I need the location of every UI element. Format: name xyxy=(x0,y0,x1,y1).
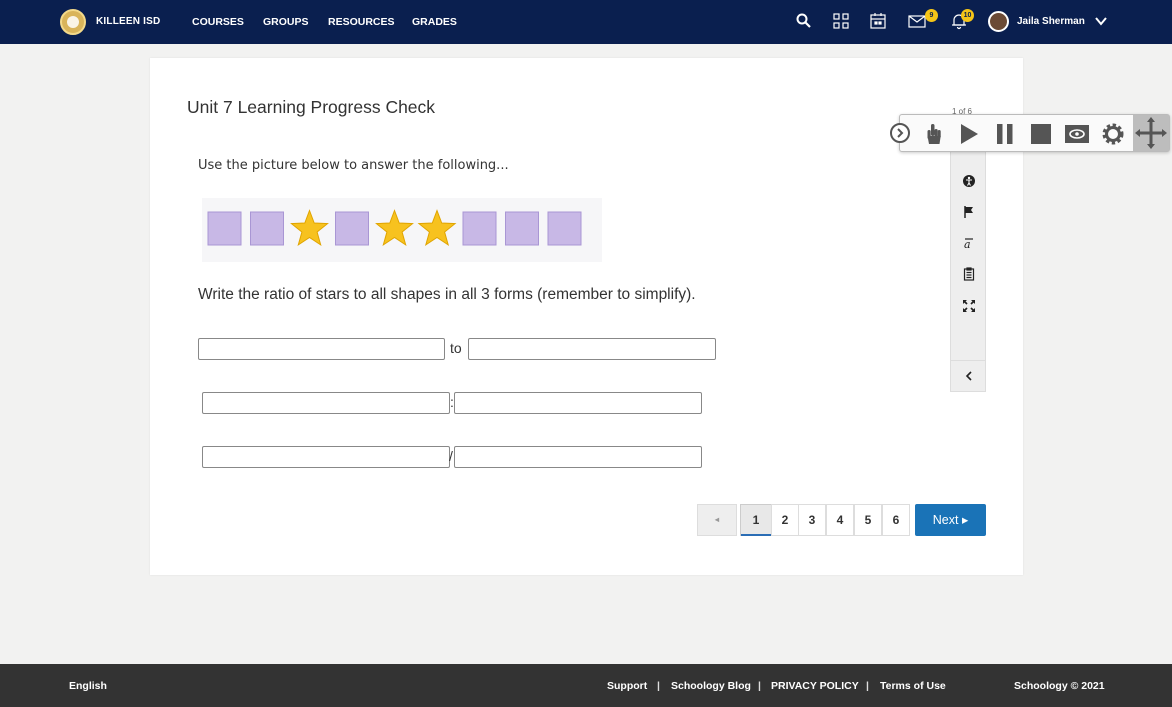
ratio-words-separator: to xyxy=(450,340,462,356)
svg-text:a: a xyxy=(964,238,971,250)
page-1-button[interactable]: 1 xyxy=(740,504,772,536)
collapse-toolbar-icon[interactable] xyxy=(890,123,910,143)
page-2-button[interactable]: 2 xyxy=(771,504,799,536)
play-icon[interactable] xyxy=(956,121,982,147)
nav-resources[interactable]: RESOURCES xyxy=(328,16,395,28)
nav-grades[interactable]: GRADES xyxy=(412,16,457,28)
star-shape xyxy=(417,209,457,247)
click-to-speak-hand-icon[interactable] xyxy=(920,121,946,147)
ratio-fraction-second-input[interactable] xyxy=(454,446,702,468)
square-shape xyxy=(505,211,539,246)
accessibility-icon[interactable] xyxy=(962,174,976,188)
nav-courses[interactable]: COURSES xyxy=(192,16,244,28)
next-button[interactable]: Next ▸ xyxy=(915,504,986,536)
question-text: Write the ratio of stars to all shapes i… xyxy=(198,286,696,303)
translate-icon[interactable]: a xyxy=(962,236,976,250)
ratio-fraction-first-input[interactable] xyxy=(202,446,450,468)
footer-separator: | xyxy=(758,680,761,692)
calendar-icon[interactable] xyxy=(869,12,887,30)
chevron-down-icon[interactable] xyxy=(1094,14,1108,28)
previous-page-button[interactable]: ◂ xyxy=(697,504,737,536)
notepad-icon[interactable] xyxy=(962,267,976,281)
page-4-button[interactable]: 4 xyxy=(826,504,854,536)
brand-name[interactable]: KILLEEN ISD xyxy=(96,16,160,27)
footer-separator: | xyxy=(866,680,869,692)
copyright: Schoology © 2021 xyxy=(1014,680,1105,692)
page-5-button[interactable]: 5 xyxy=(854,504,882,536)
ratio-words-first-input[interactable] xyxy=(198,338,445,360)
flag-icon[interactable] xyxy=(962,205,976,219)
shapes-svg xyxy=(207,209,582,247)
top-navigation: KILLEEN ISD COURSES GROUPS RESOURCES GRA… xyxy=(0,0,1172,44)
square-shape xyxy=(335,211,369,246)
ratio-fraction-separator: / xyxy=(449,448,453,464)
settings-gear-icon[interactable] xyxy=(1100,121,1126,147)
user-name[interactable]: Jaila Sherman xyxy=(1017,16,1085,27)
square-shape xyxy=(250,211,284,246)
fullscreen-icon[interactable] xyxy=(962,299,976,313)
ratio-words-second-input[interactable] xyxy=(468,338,716,360)
nav-groups[interactable]: GROUPS xyxy=(263,16,309,28)
footer-link-privacy[interactable]: PRIVACY POLICY xyxy=(771,680,859,692)
screen-mask-icon[interactable] xyxy=(1064,121,1090,147)
footer-link-support[interactable]: Support xyxy=(607,680,647,692)
school-logo[interactable] xyxy=(60,9,86,35)
footer-link-terms[interactable]: Terms of Use xyxy=(880,680,946,692)
messages-badge: 9 xyxy=(925,9,938,22)
question-prompt: Use the picture below to answer the foll… xyxy=(198,158,509,173)
page-title: Unit 7 Learning Progress Check xyxy=(187,97,436,117)
toolbar-divider xyxy=(951,360,985,361)
page-3-button[interactable]: 3 xyxy=(798,504,826,536)
page-6-button[interactable]: 6 xyxy=(882,504,910,536)
stop-icon[interactable] xyxy=(1028,121,1054,147)
ratio-colon-second-input[interactable] xyxy=(454,392,702,414)
search-icon[interactable] xyxy=(795,12,813,30)
text-to-speech-toolbar xyxy=(890,114,1170,152)
side-toolbar: a xyxy=(950,140,986,392)
move-toolbar-icon[interactable] xyxy=(1133,115,1169,151)
notifications-badge: 10 xyxy=(961,9,974,22)
footer-link-blog[interactable]: Schoology Blog xyxy=(671,680,751,692)
collapse-left-icon[interactable] xyxy=(962,369,976,383)
avatar[interactable] xyxy=(988,11,1009,32)
square-shape xyxy=(462,211,497,246)
language-selector[interactable]: English xyxy=(69,680,107,692)
ratio-colon-first-input[interactable] xyxy=(202,392,450,414)
footer: English Support | Schoology Blog | PRIVA… xyxy=(0,664,1172,707)
messages-icon[interactable] xyxy=(908,12,926,30)
star-shape xyxy=(375,209,414,247)
apps-grid-icon[interactable] xyxy=(832,12,850,30)
footer-separator: | xyxy=(657,680,660,692)
square-shape xyxy=(207,211,242,246)
pause-icon[interactable] xyxy=(992,121,1018,147)
square-shape xyxy=(547,211,582,246)
star-shape xyxy=(290,209,329,247)
shapes-picture xyxy=(202,198,602,262)
